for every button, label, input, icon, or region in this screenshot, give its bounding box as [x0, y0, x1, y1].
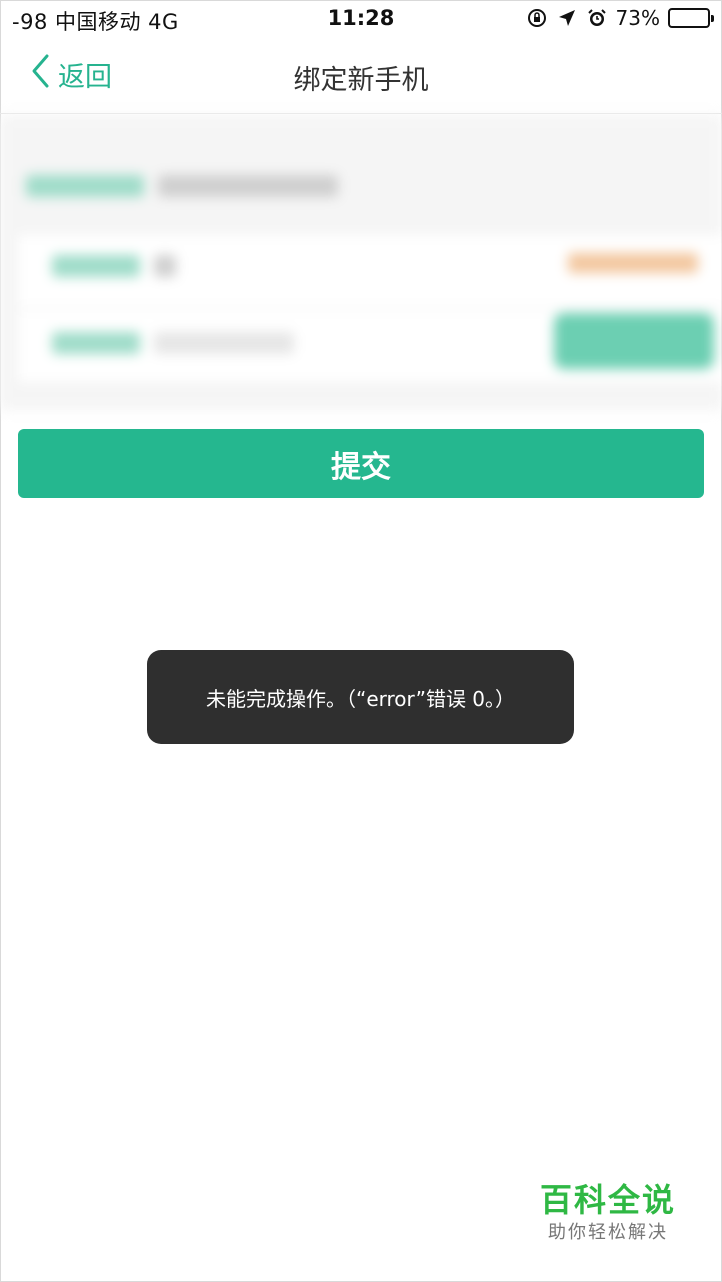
status-icons: 73%	[526, 6, 714, 30]
navigation-bar: 返回 绑定新手机	[0, 38, 722, 114]
watermark-title: 百科全说	[539, 1181, 676, 1219]
field-placeholder	[154, 332, 294, 354]
battery-icon	[668, 8, 714, 28]
form-row-new-phone[interactable]	[52, 255, 176, 277]
form-row-verify-code[interactable]	[52, 332, 294, 354]
get-code-button[interactable]	[554, 313, 714, 369]
field-label	[52, 255, 140, 277]
page-title: 绑定新手机	[293, 65, 429, 96]
watermark-subtitle: 助你轻松解决	[548, 1222, 668, 1243]
field-label	[52, 332, 140, 354]
rotation-lock-icon	[526, 7, 548, 29]
field-label	[26, 175, 144, 197]
captcha-image[interactable]	[568, 253, 698, 273]
blurred-form	[0, 115, 722, 410]
toast-message: 未能完成操作。（“error”错误 0。）	[205, 686, 516, 711]
submit-button[interactable]: 提交	[18, 429, 704, 498]
watermark-logo: 百科全说 助你轻松解决	[516, 1180, 700, 1260]
status-bar: -98 中国移动 4G 11:28 73%	[0, 0, 722, 38]
error-toast: 未能完成操作。（“error”错误 0。）	[147, 650, 574, 744]
location-arrow-icon	[556, 7, 578, 29]
battery-percent: 73%	[615, 6, 660, 30]
form-row-current-phone	[26, 175, 338, 197]
battery-tip	[711, 15, 714, 22]
alarm-icon	[586, 7, 608, 29]
field-value	[154, 255, 176, 277]
field-value	[158, 175, 338, 197]
